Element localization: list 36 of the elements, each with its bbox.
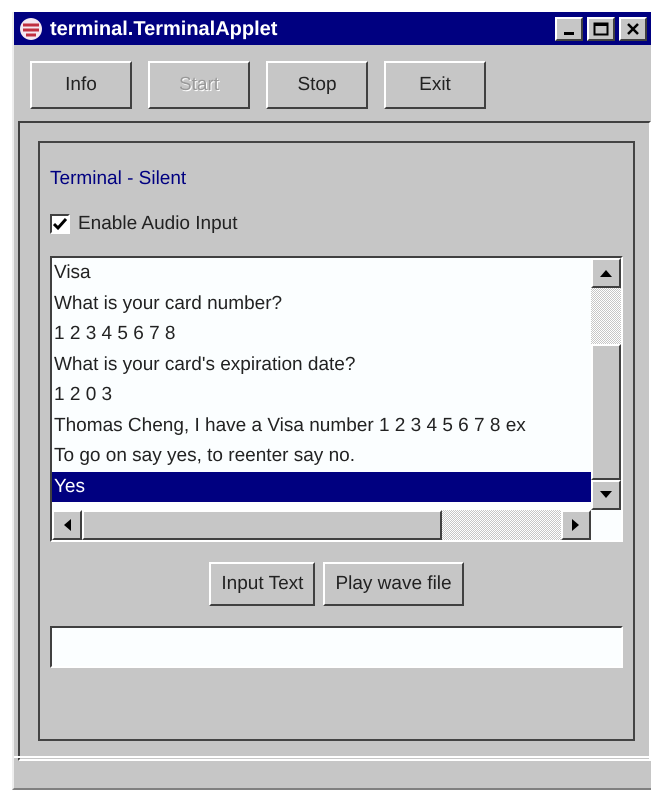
- toolbar-button[interactable]: Stop: [266, 61, 368, 109]
- input-field[interactable]: [50, 626, 623, 668]
- maximize-button[interactable]: [587, 16, 615, 40]
- transcript-line[interactable]: Thomas Cheng, I have a Visa number 1 2 3 4 5 6 7 8 ex: [52, 410, 591, 441]
- down-arrow-icon: [600, 491, 612, 499]
- scroll-left-button[interactable]: [52, 510, 82, 540]
- scroll-down-button[interactable]: [591, 480, 621, 510]
- toolbar-button[interactable]: Info: [30, 61, 132, 109]
- toolbar-button[interactable]: Exit: [384, 61, 486, 109]
- transcript-line[interactable]: What is your card number?: [52, 288, 591, 319]
- scroll-thumb[interactable]: [591, 344, 621, 480]
- audio-checkbox[interactable]: [50, 214, 70, 234]
- checkbox-label: Enable Audio Input: [78, 212, 238, 236]
- action-button[interactable]: Play wave file: [323, 562, 464, 606]
- vertical-scrollbar[interactable]: [591, 258, 621, 510]
- transcript-line[interactable]: Visa: [52, 258, 591, 288]
- transcript-line[interactable]: What is your card's expiration date?: [52, 350, 591, 380]
- scroll-right-button[interactable]: [561, 510, 591, 540]
- maximize-icon: [593, 22, 609, 36]
- status-label: Terminal - Silent: [50, 167, 186, 191]
- horizontal-scrollbar[interactable]: [52, 510, 591, 540]
- transcript-line[interactable]: 1 2 0 3: [52, 380, 591, 410]
- transcript-line[interactable]: 1 2 3 4 5 6 7 8: [52, 319, 591, 350]
- right-arrow-icon: [572, 519, 580, 531]
- up-arrow-icon: [600, 269, 612, 277]
- window-title: terminal.TerminalApplet: [50, 16, 278, 42]
- minimize-button[interactable]: [555, 16, 583, 40]
- action-button[interactable]: Input Text: [209, 562, 316, 606]
- transcript-line[interactable]: To go on say yes, to reenter say no.: [52, 441, 591, 472]
- close-icon: [626, 22, 640, 36]
- app-icon: [18, 16, 44, 42]
- scroll-thumb[interactable]: [82, 510, 442, 540]
- left-arrow-icon: [63, 519, 71, 531]
- minimize-icon: [564, 32, 574, 35]
- close-button[interactable]: [619, 16, 647, 40]
- scroll-up-button[interactable]: [591, 258, 621, 288]
